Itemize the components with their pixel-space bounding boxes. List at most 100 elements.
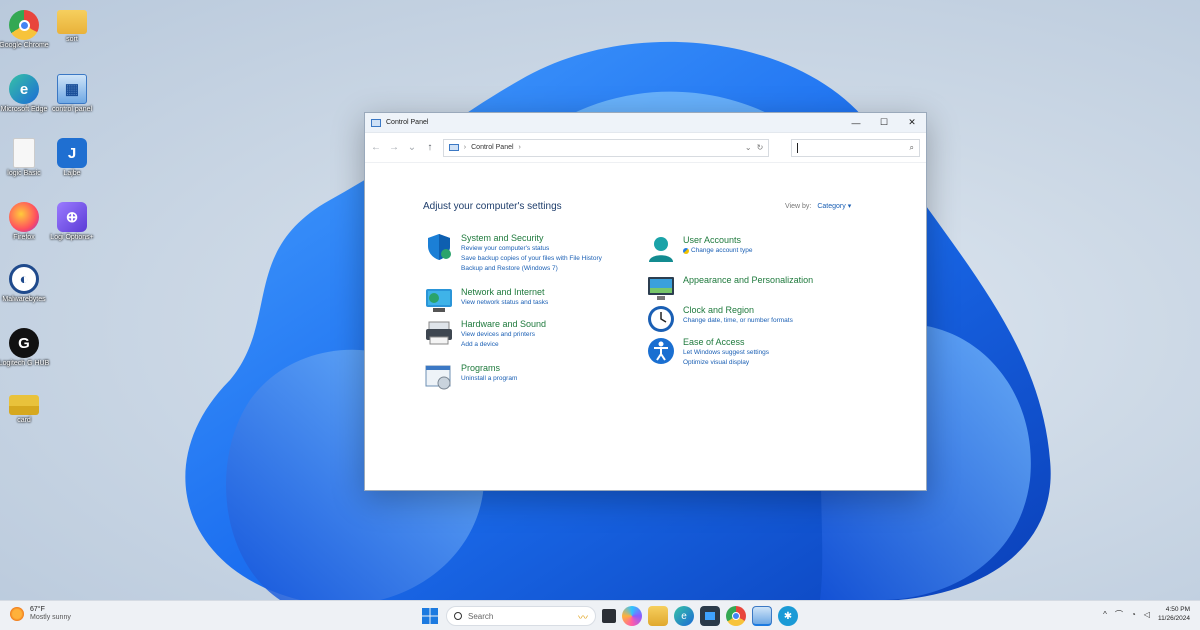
- desktop-icon-logitech-ghub[interactable]: G Logitech G HUB: [0, 328, 53, 368]
- lajbe-icon: J: [57, 138, 87, 168]
- control-panel-content: Adjust your computer's settings View by:…: [365, 163, 926, 490]
- app-icon[interactable]: ✱: [778, 606, 798, 626]
- uac-shield-icon: [683, 248, 689, 254]
- desktop-icon-logi-options[interactable]: ⊕ Logi Options+: [43, 202, 101, 242]
- window-title: Control Panel: [386, 119, 429, 126]
- folder-icon: [57, 10, 87, 34]
- view-by-label: View by:: [785, 203, 812, 210]
- page-title: Adjust your computer's settings: [423, 201, 562, 212]
- shield-icon: [425, 233, 453, 261]
- maximize-button[interactable]: ☐: [870, 113, 898, 133]
- logitech-g-icon: G: [9, 328, 39, 358]
- title-bar[interactable]: Control Panel — ☐ ✕: [365, 113, 926, 133]
- clock-date: 11/26/2024: [1157, 615, 1190, 622]
- desktop-icon-lajbe[interactable]: J Lajbe: [43, 138, 101, 178]
- desktop-icon-label: Google Chrome: [0, 42, 49, 49]
- minimize-button[interactable]: —: [842, 113, 870, 133]
- category-link[interactable]: Review your computer's status: [461, 244, 602, 254]
- forward-button[interactable]: →: [389, 142, 399, 153]
- programs-icon: [425, 363, 453, 391]
- category-title-link[interactable]: Appearance and Personalization: [683, 275, 813, 286]
- search-icon: ⌕: [909, 142, 914, 152]
- back-button[interactable]: ←: [371, 142, 381, 153]
- refresh-icon[interactable]: ↻: [757, 143, 764, 152]
- control-panel-window: Control Panel — ☐ ✕ ← → ⌄ ↑ › Control Pa…: [364, 112, 927, 491]
- category-link[interactable]: Let Windows suggest settings: [683, 348, 769, 358]
- volume-icon[interactable]: ◁: [1144, 610, 1150, 619]
- address-dropdown-icon[interactable]: ⌄: [745, 143, 752, 152]
- desktop-icon-control-panel[interactable]: ▦ control panel: [43, 74, 101, 114]
- category-ease-of-access: Ease of Access Let Windows suggest setti…: [647, 337, 769, 368]
- category-link[interactable]: Optimize visual display: [683, 358, 769, 368]
- desktop-icon-label: Firefox: [13, 234, 35, 241]
- desktop-icon-malwarebytes[interactable]: ◐ Malwarebytes: [0, 264, 53, 304]
- document-icon: [13, 138, 35, 168]
- desktop-icon-label: Logi Options+: [50, 234, 94, 241]
- category-title-link[interactable]: Clock and Region: [683, 305, 793, 316]
- category-link[interactable]: View network status and tasks: [461, 298, 548, 308]
- system-tray: ^ ⌒ ◔ ◁ 4:50 PM 11/26/2024: [1103, 605, 1190, 623]
- clock[interactable]: 4:50 PM 11/26/2024: [1158, 605, 1190, 623]
- show-hidden-icons-chevron-icon[interactable]: ^: [1103, 610, 1107, 619]
- malwarebytes-icon: ◐: [9, 264, 39, 294]
- logi-options-icon: ⊕: [57, 202, 87, 232]
- category-title-link[interactable]: Ease of Access: [683, 337, 769, 348]
- category-link[interactable]: Uninstall a program: [461, 374, 517, 384]
- control-panel-icon: [371, 118, 381, 127]
- weather-widget[interactable]: 67°F Mostly sunny: [10, 606, 71, 622]
- control-panel-icon: [448, 144, 459, 151]
- category-link[interactable]: Add a device: [461, 340, 546, 350]
- desktop-icon-label: control panel: [51, 106, 93, 113]
- desktop-icon-label: logic Basic: [7, 170, 41, 177]
- task-view-icon[interactable]: [602, 609, 616, 623]
- view-by-dropdown[interactable]: Category ▾: [817, 203, 851, 210]
- category-link[interactable]: Backup and Restore (Windows 7): [461, 264, 602, 274]
- start-icon[interactable]: [420, 606, 440, 626]
- store-icon[interactable]: [700, 606, 720, 626]
- close-button[interactable]: ✕: [898, 113, 926, 133]
- category-title-link[interactable]: Programs: [461, 363, 517, 374]
- chrome-icon[interactable]: [726, 606, 746, 626]
- breadcrumb-control-panel[interactable]: Control Panel: [471, 144, 513, 151]
- address-bar[interactable]: › Control Panel › ⌄ ↻: [442, 138, 770, 157]
- category-clock-and-region: Clock and Region Change date, time, or n…: [647, 305, 793, 333]
- search-input[interactable]: ⌕: [791, 138, 920, 157]
- category-title-link[interactable]: Hardware and Sound: [461, 319, 546, 330]
- category-network-and-internet: Network and Internet View network status…: [425, 287, 548, 315]
- file-explorer-icon[interactable]: [648, 606, 668, 626]
- desktop-icon-label: Microsoft Edge: [0, 106, 48, 113]
- wifi-icon[interactable]: ◔: [1131, 610, 1136, 619]
- category-title-link[interactable]: System and Security: [461, 233, 602, 244]
- category-link[interactable]: Save backup copies of your files with Fi…: [461, 254, 602, 264]
- category-link[interactable]: Change account type: [683, 246, 752, 256]
- category-title-link[interactable]: Network and Internet: [461, 287, 548, 298]
- edge-icon[interactable]: e: [674, 606, 694, 626]
- category-link[interactable]: Change date, time, or number formats: [683, 316, 793, 326]
- search-icon: [454, 612, 462, 620]
- printer-icon: [425, 319, 453, 347]
- taskbar-center: Search 〰 e ✱: [420, 605, 798, 627]
- view-by: View by: Category ▾: [785, 202, 851, 210]
- copilot-icon[interactable]: [622, 606, 642, 626]
- desktop-icon-card[interactable]: card: [0, 395, 53, 425]
- control-panel-icon[interactable]: [752, 606, 772, 626]
- control-panel-icon: ▦: [57, 74, 87, 104]
- taskbar-search[interactable]: Search 〰: [446, 606, 596, 626]
- breadcrumb-separator-icon: ›: [463, 144, 467, 151]
- network-icon[interactable]: ⌒: [1115, 609, 1123, 620]
- accessibility-icon: [647, 337, 675, 365]
- category-link[interactable]: View devices and printers: [461, 330, 546, 340]
- taskbar: 67°F Mostly sunny Search 〰 e ✱ ^ ⌒ ◔ ◁ 4…: [0, 600, 1200, 630]
- category-title-link[interactable]: User Accounts: [683, 235, 752, 246]
- sun-icon: [10, 607, 24, 621]
- category-hardware-and-sound: Hardware and Sound View devices and prin…: [425, 319, 546, 350]
- network-icon: [425, 287, 453, 315]
- desktop-icon-label: Logitech G HUB: [0, 360, 50, 367]
- desktop-icon-sort[interactable]: sort: [43, 10, 101, 44]
- recent-locations-button[interactable]: ⌄: [407, 142, 417, 153]
- search-highlight-icon: 〰: [578, 612, 588, 624]
- clock-time: 4:50 PM: [1165, 606, 1190, 613]
- up-button[interactable]: ↑: [425, 142, 435, 153]
- edge-icon: e: [9, 74, 39, 104]
- desktop-icon-label: Lajbe: [63, 170, 81, 177]
